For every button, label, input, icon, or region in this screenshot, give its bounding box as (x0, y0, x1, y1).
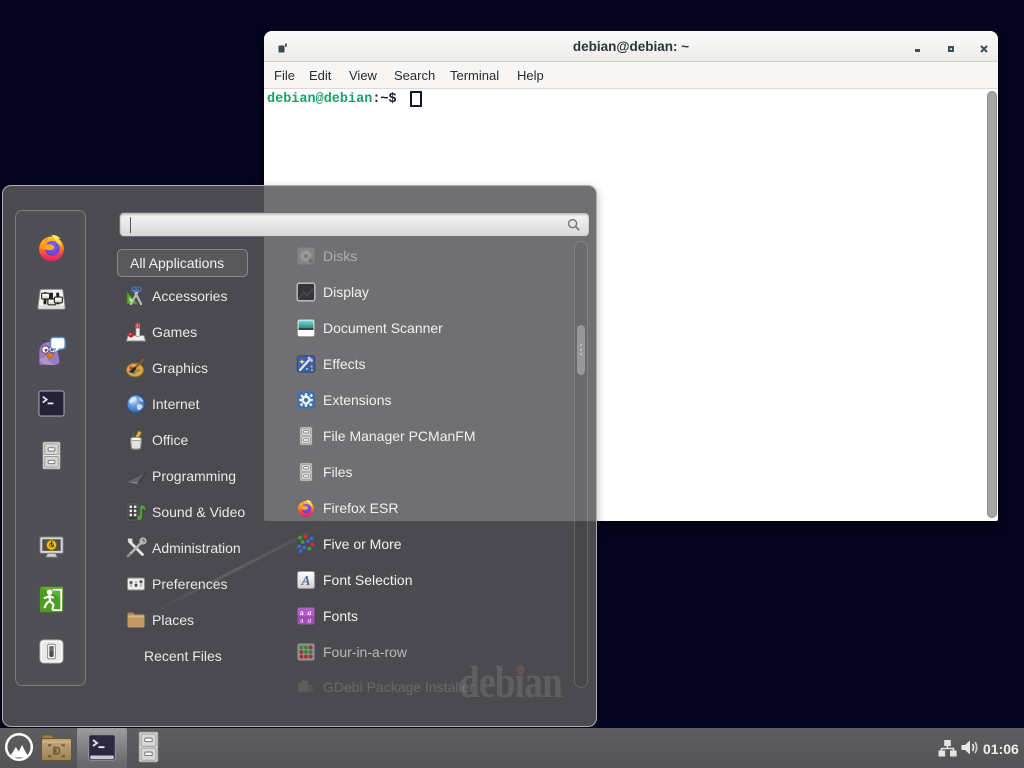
svg-text:A: A (300, 573, 310, 588)
svg-text:a: a (308, 616, 312, 625)
